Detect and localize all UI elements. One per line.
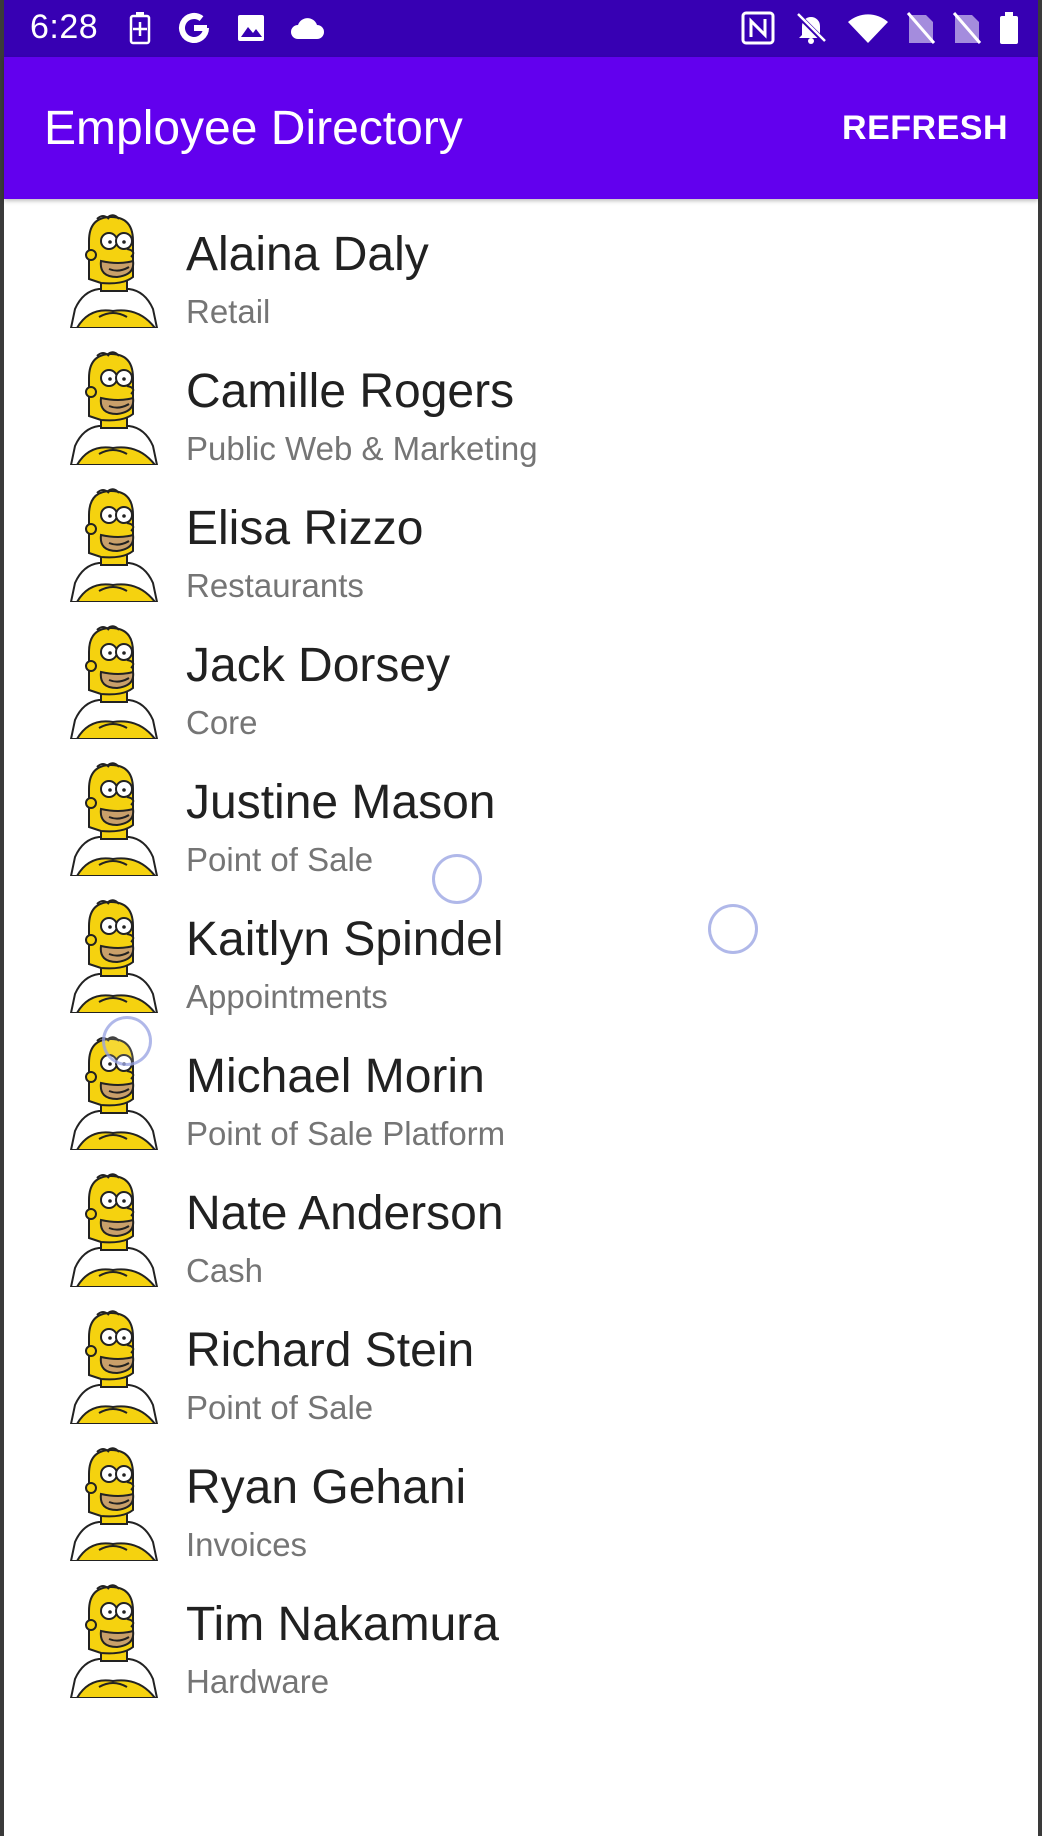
employee-list[interactable]: Alaina Daly Retail Camille Rogers Public… [4,199,1038,1706]
employee-team: Appointments [186,978,388,1015]
notifications-off-icon [792,10,830,46]
employee-row[interactable]: Ryan Gehani Invoices [4,1432,1038,1569]
employee-avatar [69,622,159,740]
employee-name: Justine Mason [186,776,496,829]
employee-name: Ryan Gehani [186,1461,467,1514]
employee-row[interactable]: Elisa Rizzo Restaurants [4,473,1038,610]
nfc-icon [740,10,776,46]
employee-name: Tim Nakamura [186,1598,499,1651]
refresh-button[interactable]: REFRESH [842,109,1008,148]
employee-name: Jack Dorsey [186,639,451,692]
employee-avatar [69,485,159,603]
employee-row[interactable]: Alaina Daly Retail [4,199,1038,336]
employee-team: Hardware [186,1663,330,1700]
employee-avatar [69,211,159,329]
google-icon [176,10,212,46]
employee-team: Restaurants [186,567,364,604]
cloud-icon [288,10,326,46]
employee-team: Retail [186,293,271,330]
employee-row[interactable]: Richard Stein Point of Sale [4,1295,1038,1432]
employee-name: Camille Rogers [186,365,515,418]
employee-avatar [69,759,159,877]
device-frame-right [1038,0,1042,1836]
status-bar: 6:28 [4,0,1038,57]
wifi-icon [846,10,890,46]
page-title: Employee Directory [44,102,463,155]
employee-name: Nate Anderson [186,1187,504,1240]
touch-indicator [102,1016,152,1066]
employee-team: Core [186,704,258,741]
employee-avatar [69,348,159,466]
employee-avatar [69,896,159,1014]
employee-name: Elisa Rizzo [186,502,424,555]
employee-name: Richard Stein [186,1324,475,1377]
employee-team: Point of Sale Platform [186,1115,506,1152]
status-time: 6:28 [30,8,99,46]
employee-avatar [69,1581,159,1699]
employee-name: Alaina Daly [186,228,429,281]
employee-team: Point of Sale [186,1389,374,1426]
employee-team: Invoices [186,1526,308,1563]
employee-team: Point of Sale [186,841,374,878]
employee-avatar [69,1307,159,1425]
battery-charging-icon [128,10,152,46]
touch-indicator [708,904,758,954]
no-sim-icon [950,10,984,46]
image-icon [234,10,268,46]
employee-directory-screen: 6:28 Employee Directory REFRESH Alaina D… [0,0,1042,1836]
employee-row[interactable]: Justine Mason Point of Sale [4,747,1038,884]
employee-row[interactable]: Camille Rogers Public Web & Marketing [4,336,1038,473]
employee-row[interactable]: Nate Anderson Cash [4,1158,1038,1295]
employee-row[interactable]: Kaitlyn Spindel Appointments [4,884,1038,1021]
employee-team: Cash [186,1252,264,1289]
employee-name: Michael Morin [186,1050,485,1103]
touch-indicator [432,854,482,904]
battery-icon [998,10,1020,46]
employee-avatar [69,1444,159,1562]
no-sim-icon [904,10,938,46]
employee-team: Public Web & Marketing [186,430,538,467]
employee-name: Kaitlyn Spindel [186,913,504,966]
employee-row[interactable]: Michael Morin Point of Sale Platform [4,1021,1038,1158]
app-bar: Employee Directory REFRESH [4,57,1038,199]
employee-row[interactable]: Jack Dorsey Core [4,610,1038,747]
employee-row[interactable]: Tim Nakamura Hardware [4,1569,1038,1706]
employee-avatar [69,1170,159,1288]
